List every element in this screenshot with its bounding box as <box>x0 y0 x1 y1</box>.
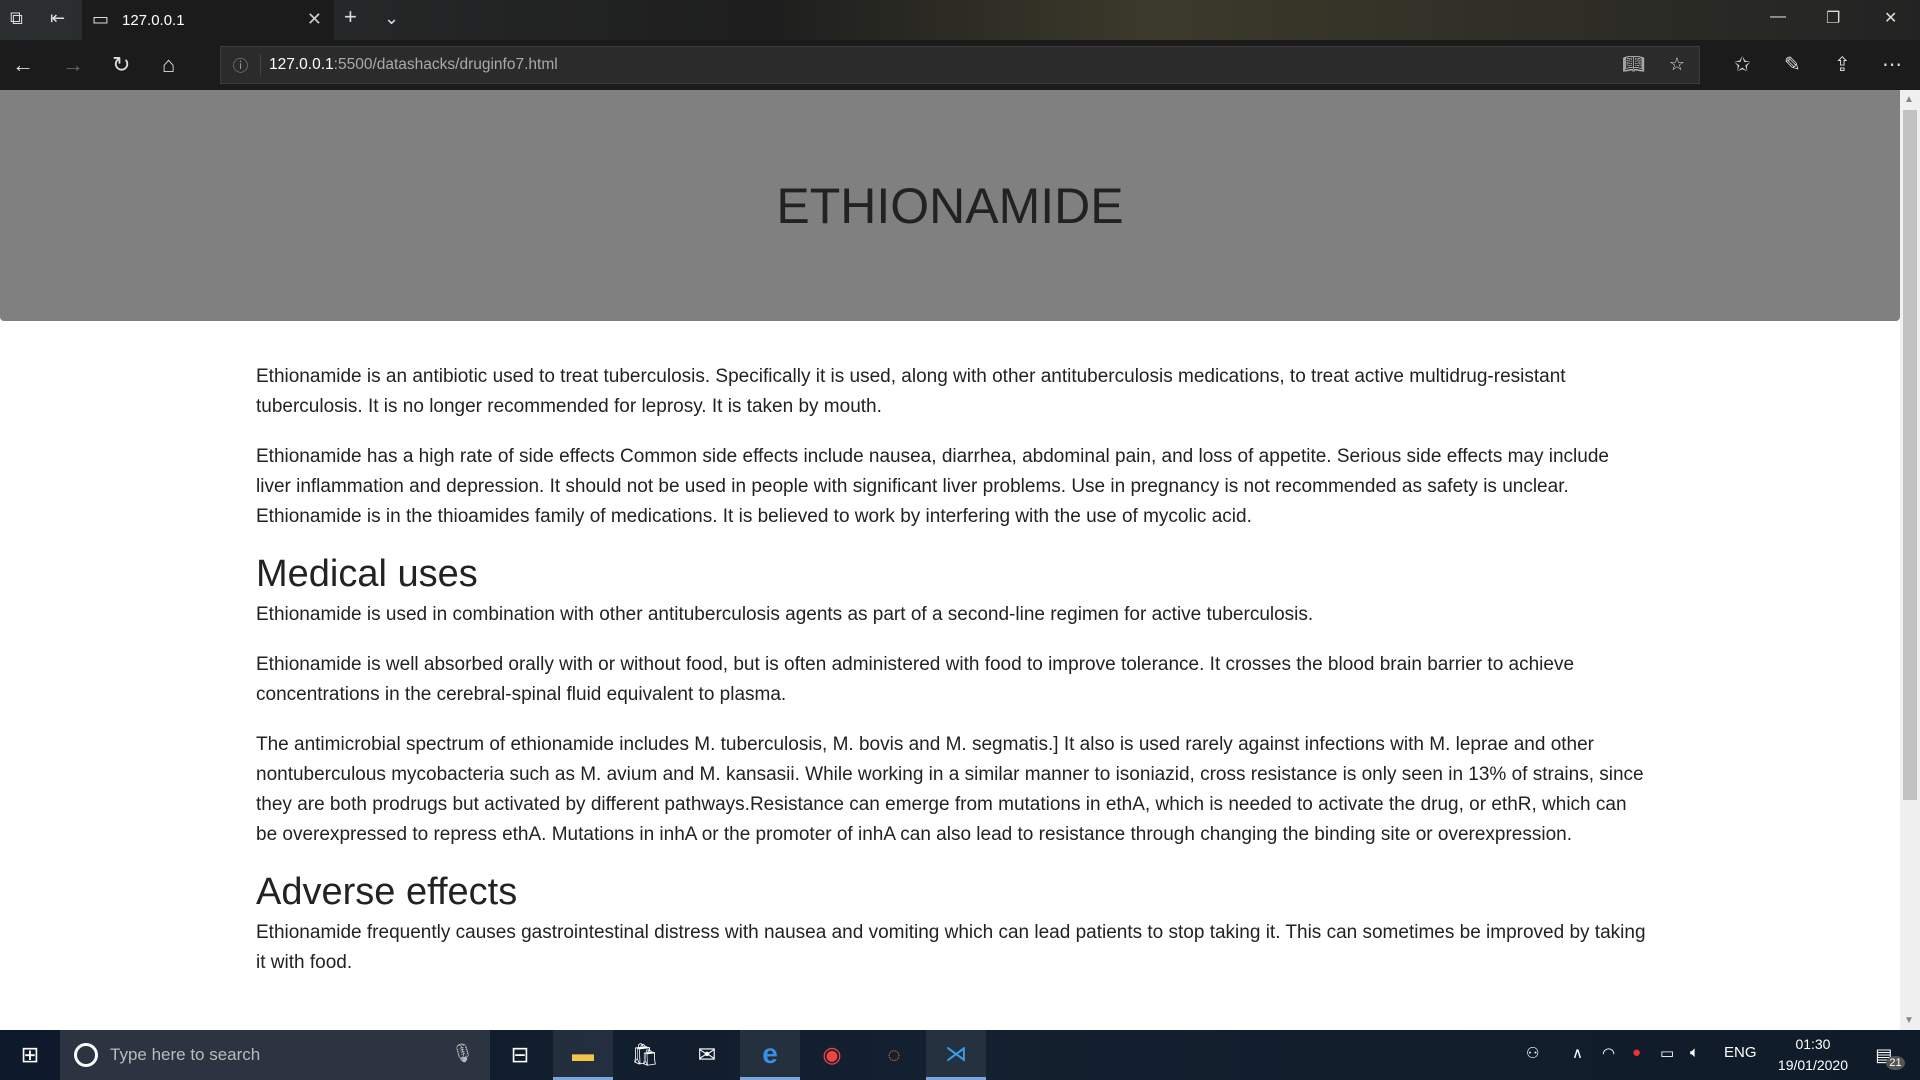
task-view-icon[interactable]: ⊟ <box>490 1030 550 1080</box>
onedrive-error-icon[interactable]: ● <box>1632 1044 1641 1061</box>
section-heading: Medical uses <box>256 553 478 595</box>
minimize-icon[interactable]: — <box>1770 8 1786 26</box>
show-hidden-icons[interactable]: ∧ <box>1572 1044 1583 1062</box>
scroll-down-icon[interactable]: ▼ <box>1904 1015 1914 1026</box>
pen-icon[interactable]: ✎ <box>1784 52 1801 77</box>
url-host: 127.0.0.1 <box>269 56 334 73</box>
chrome-icon[interactable]: ◉ <box>802 1030 862 1080</box>
section-paragraph: The antimicrobial spectrum of ethionamid… <box>256 734 1644 845</box>
page-icon: ▭ <box>92 9 110 29</box>
page-title: ETHIONAMIDE <box>776 177 1124 234</box>
cortana-icon <box>74 1043 98 1067</box>
taskbar-search[interactable]: Type here to search 🎙︎ <box>60 1030 490 1080</box>
tab-bar: ⧉ ⇤ ▭ 127.0.0.1 ✕ + ⌄ — ❐ ✕ <box>0 0 1920 40</box>
scrollbar-thumb[interactable] <box>1903 110 1917 800</box>
clock[interactable]: 01:30 19/01/2020 <box>1778 1034 1848 1076</box>
wifi-icon[interactable]: ◠ <box>1602 1044 1615 1062</box>
chevron-down-icon[interactable]: ⌄ <box>384 8 399 29</box>
vscode-icon[interactable]: ⋊ <box>926 1030 986 1080</box>
forward-icon[interactable]: → <box>62 52 84 78</box>
section-paragraph: Ethionamide frequently causes gastrointe… <box>256 922 1646 973</box>
volume-icon[interactable]: 🔈︎ <box>1690 1044 1699 1061</box>
new-tab-icon[interactable]: + <box>344 4 357 30</box>
browser-tab[interactable]: ▭ 127.0.0.1 ✕ <box>82 0 334 40</box>
intro-paragraph: Ethionamide has a high rate of side effe… <box>256 446 1609 527</box>
tab-title: 127.0.0.1 <box>122 11 185 29</box>
date: 19/01/2020 <box>1777 1057 1848 1073</box>
share-icon[interactable]: ⇪ <box>1834 52 1851 77</box>
battery-icon[interactable]: ▭ <box>1660 1044 1674 1062</box>
favorite-star-icon[interactable]: ☆ <box>1669 54 1685 75</box>
close-icon[interactable]: ✕ <box>307 9 322 30</box>
back-icon[interactable]: ← <box>12 52 34 78</box>
store-icon[interactable]: 🛍︎ <box>615 1030 675 1080</box>
set-aside-icon[interactable]: ⇤ <box>50 8 65 29</box>
search-placeholder: Type here to search <box>110 1045 261 1064</box>
restore-icon[interactable]: ❐ <box>1826 8 1840 28</box>
close-window-icon[interactable]: ✕ <box>1884 8 1897 28</box>
section-heading: Adverse effects <box>256 871 518 913</box>
time: 01:30 <box>1795 1036 1831 1052</box>
action-center-icon[interactable]: ▤ 21 <box>1860 1030 1920 1080</box>
people-icon[interactable]: ⚇ <box>1526 1044 1539 1062</box>
section-paragraph: Ethionamide is used in combination with … <box>256 604 1314 625</box>
file-explorer-icon[interactable]: ▬ <box>553 1030 613 1080</box>
taskbar: ⊞ Type here to search 🎙︎ ⊟ ▬ 🛍︎ ✉ e ◉ ◌ … <box>0 1030 1920 1080</box>
microphone-icon[interactable]: 🎙︎ <box>451 1043 474 1064</box>
page-header: ETHIONAMIDE <box>0 90 1900 321</box>
notification-badge: 21 <box>1886 1056 1905 1070</box>
navigation-bar: ← → ↻ ⌂ ⓘ 127.0.0.1:5500/datashacks/drug… <box>0 40 1920 90</box>
scrollbar[interactable]: ▲ ▼ <box>1900 90 1920 1030</box>
url-path: :5500/datashacks/druginfo7.html <box>333 56 558 73</box>
reading-view-icon[interactable]: 📖︎ <box>1622 54 1645 75</box>
web-page: ETHIONAMIDE Ethionamide is an antibiotic… <box>0 90 1900 1030</box>
windows-start-icon[interactable]: ⊞ <box>0 1030 60 1080</box>
edge-icon[interactable]: e <box>740 1030 800 1080</box>
language-indicator[interactable]: ENG <box>1724 1044 1757 1061</box>
scroll-up-icon[interactable]: ▲ <box>1904 94 1914 105</box>
address-bar[interactable]: ⓘ 127.0.0.1:5500/datashacks/druginfo7.ht… <box>220 46 1700 84</box>
jupyter-icon[interactable]: ◌ <box>864 1030 924 1080</box>
article: Ethionamide is an antibiotic used to tre… <box>256 362 1646 998</box>
intro-paragraph: Ethionamide is an antibiotic used to tre… <box>256 366 1566 417</box>
tab-sets-icon[interactable]: ⧉ <box>10 8 23 29</box>
home-icon[interactable]: ⌂ <box>162 52 175 78</box>
info-icon[interactable]: ⓘ <box>221 54 261 76</box>
refresh-icon[interactable]: ↻ <box>112 52 130 78</box>
favorites-icon[interactable]: ✩ <box>1734 52 1751 77</box>
more-icon[interactable]: ⋯ <box>1882 52 1902 77</box>
mail-icon[interactable]: ✉ <box>677 1030 737 1080</box>
section-paragraph: Ethionamide is well absorbed orally with… <box>256 654 1575 705</box>
